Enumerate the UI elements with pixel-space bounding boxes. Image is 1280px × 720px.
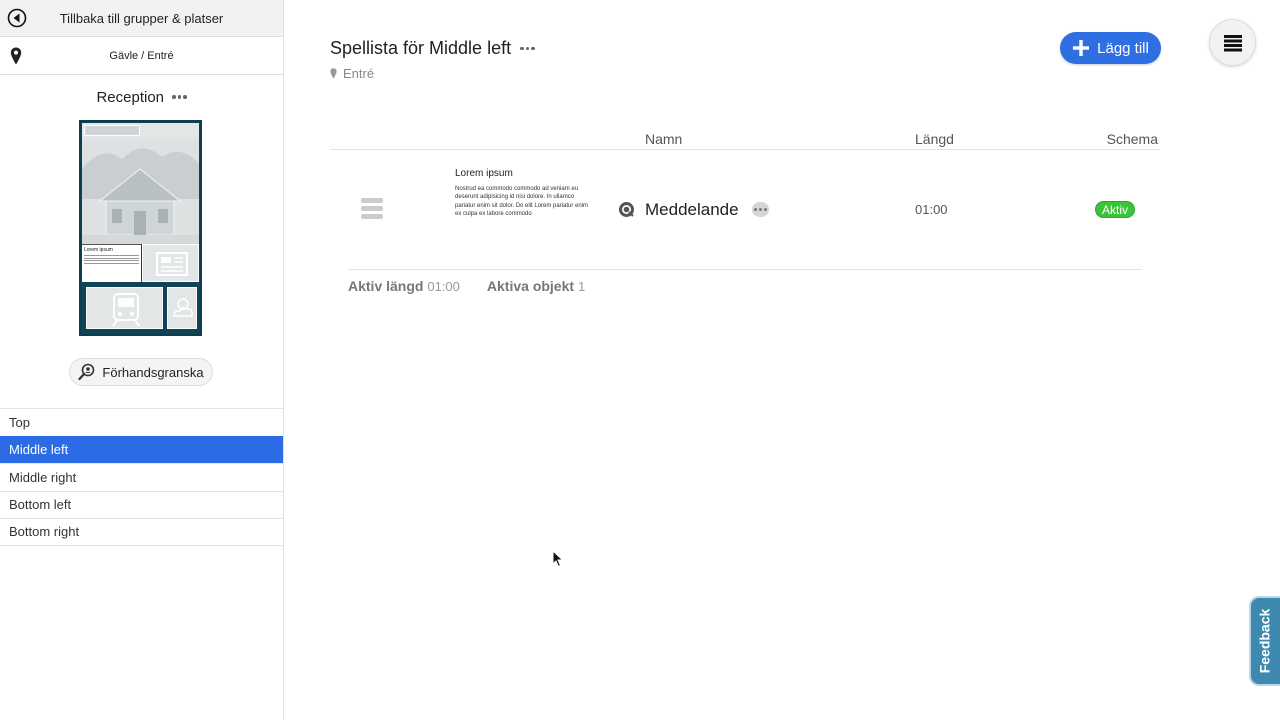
screen-more-icon[interactable] bbox=[172, 95, 187, 99]
zone-list: Top Middle left Middle right Bottom left… bbox=[0, 408, 283, 546]
item-name: Meddelande bbox=[645, 200, 739, 219]
layout-zone-bottom-right bbox=[167, 287, 197, 329]
feedback-label: Feedback bbox=[1256, 608, 1272, 674]
page-title: Spellista för Middle left bbox=[330, 38, 512, 58]
hamburger-menu-icon bbox=[1223, 34, 1242, 51]
summary-active-objects-value: 1 bbox=[577, 279, 586, 294]
zone-item-label: Middle left bbox=[9, 442, 69, 458]
column-header-length[interactable]: Längd bbox=[915, 131, 954, 147]
layout-zone-top bbox=[82, 123, 199, 244]
house-image-icon bbox=[82, 139, 199, 244]
zone-item-label: Top bbox=[9, 414, 30, 430]
magnifier-person-icon bbox=[78, 363, 95, 381]
add-button[interactable]: Lägg till bbox=[1060, 32, 1161, 64]
page-title-row: Spellista för Middle left bbox=[330, 38, 535, 59]
train-icon bbox=[112, 293, 140, 327]
item-thumbnail-title: Lorem ipsum bbox=[455, 168, 513, 179]
back-label: Tillbaka till grupper & platser bbox=[59, 10, 224, 26]
mouse-cursor-icon bbox=[552, 550, 564, 568]
screen-title: Reception bbox=[96, 88, 165, 106]
layout-zone-text: Lorem ipsum bbox=[84, 247, 113, 253]
layout-zone-middle-right bbox=[142, 244, 199, 282]
summary-active-objects-label: Aktiva objekt bbox=[486, 278, 575, 294]
zone-item-label: Bottom left bbox=[9, 497, 72, 513]
zone-item-label: Middle right bbox=[9, 469, 77, 485]
news-icon bbox=[156, 252, 188, 276]
column-header-schema[interactable]: Schema bbox=[1107, 131, 1158, 147]
status-badge[interactable]: Aktiv bbox=[1095, 201, 1136, 218]
summary-active-length-label: Aktiv längd bbox=[348, 278, 424, 294]
sidebar: Tillbaka till grupper & platser Gävle / … bbox=[0, 0, 284, 720]
column-header-name[interactable]: Namn bbox=[645, 131, 682, 147]
zone-item-middle-left[interactable]: Middle left bbox=[0, 435, 283, 463]
item-more-icon[interactable] bbox=[752, 202, 769, 217]
playlist-more-icon[interactable] bbox=[520, 46, 535, 51]
layout-preview: Lorem ipsum bbox=[79, 120, 202, 336]
layout-zone-bottom-left bbox=[86, 287, 163, 329]
zone-item-label: Bottom right bbox=[9, 524, 80, 540]
table-header: Namn Längd Schema bbox=[330, 128, 1160, 150]
menu-button[interactable] bbox=[1209, 19, 1256, 66]
playlist-summary: Aktiv längd 01:00 Aktiva objekt 1 bbox=[348, 278, 585, 294]
zone-item-top[interactable]: Top bbox=[0, 408, 283, 436]
feedback-tab[interactable]: Feedback bbox=[1249, 596, 1280, 686]
back-button[interactable]: Tillbaka till grupper & platser bbox=[0, 0, 283, 37]
location-label: Gävle / Entré bbox=[109, 49, 174, 62]
plus-icon bbox=[1073, 40, 1090, 56]
location-row: Gävle / Entré bbox=[0, 37, 283, 75]
drag-handle-icon[interactable] bbox=[361, 198, 383, 220]
preview-button[interactable]: Förhandsgranska bbox=[69, 358, 213, 386]
page-subtitle-label: Entré bbox=[343, 66, 375, 81]
layout-zone-middle-left: Lorem ipsum bbox=[82, 244, 141, 282]
back-arrow-icon bbox=[7, 8, 27, 28]
page-subtitle: Entré bbox=[330, 66, 374, 81]
preview-button-label: Förhandsgranska bbox=[102, 364, 204, 380]
item-thumbnail[interactable]: Lorem ipsum Nostrud ea commodo commodo a… bbox=[455, 168, 590, 228]
item-length: 01:00 bbox=[915, 202, 948, 217]
row-divider bbox=[348, 269, 1142, 270]
table-row[interactable]: Lorem ipsum Nostrud ea commodo commodo a… bbox=[330, 150, 1160, 268]
item-thumbnail-body: Nostrud ea commodo commodo ad veniam eu … bbox=[455, 186, 589, 218]
screen-title-row: Reception bbox=[0, 75, 283, 119]
zone-item-middle-right[interactable]: Middle right bbox=[0, 463, 283, 491]
summary-active-length-value: 01:00 bbox=[427, 279, 460, 294]
summary-active-length: Aktiv längd 01:00 bbox=[348, 278, 460, 294]
zone-item-bottom-left[interactable]: Bottom left bbox=[0, 490, 283, 519]
add-button-label: Lägg till bbox=[1097, 39, 1149, 57]
weather-icon bbox=[173, 298, 193, 317]
message-icon bbox=[619, 202, 634, 217]
location-pin-icon bbox=[330, 68, 337, 79]
zone-item-bottom-right[interactable]: Bottom right bbox=[0, 518, 283, 546]
summary-active-objects: Aktiva objekt 1 bbox=[487, 278, 585, 294]
location-pin-icon bbox=[10, 47, 22, 65]
